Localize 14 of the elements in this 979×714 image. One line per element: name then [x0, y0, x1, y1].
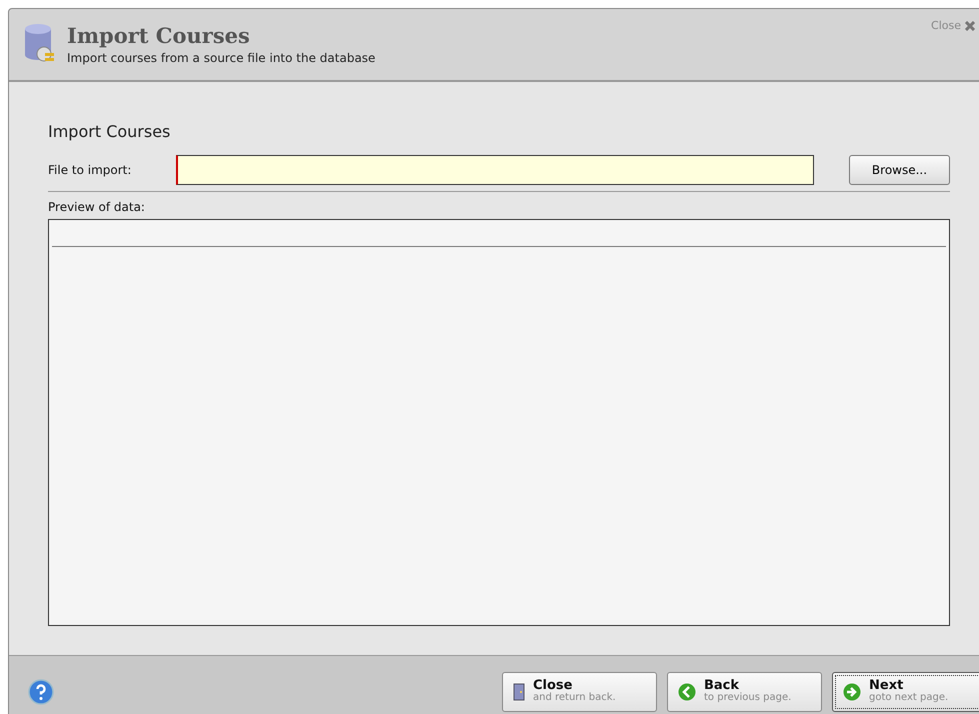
window-subtitle: Import courses from a source file into the database: [67, 51, 376, 65]
footer-button[interactable]: Next goto next page.: [832, 672, 979, 712]
browse-button[interactable]: Browse...: [849, 155, 950, 185]
window-title: Import Courses: [67, 23, 251, 49]
database-icon: [23, 23, 55, 63]
help-icon[interactable]: [28, 678, 54, 704]
footer-button[interactable]: Close and return back.: [502, 672, 657, 712]
file-input-field[interactable]: [176, 155, 814, 185]
section-heading: Import Courses: [48, 122, 172, 141]
door-icon: [513, 682, 525, 700]
close-icon[interactable]: [965, 20, 975, 30]
footer-button[interactable]: Back to previous page.: [667, 672, 822, 712]
field-label: File to import:: [48, 163, 132, 177]
preview-label: Preview of data:: [48, 200, 146, 214]
